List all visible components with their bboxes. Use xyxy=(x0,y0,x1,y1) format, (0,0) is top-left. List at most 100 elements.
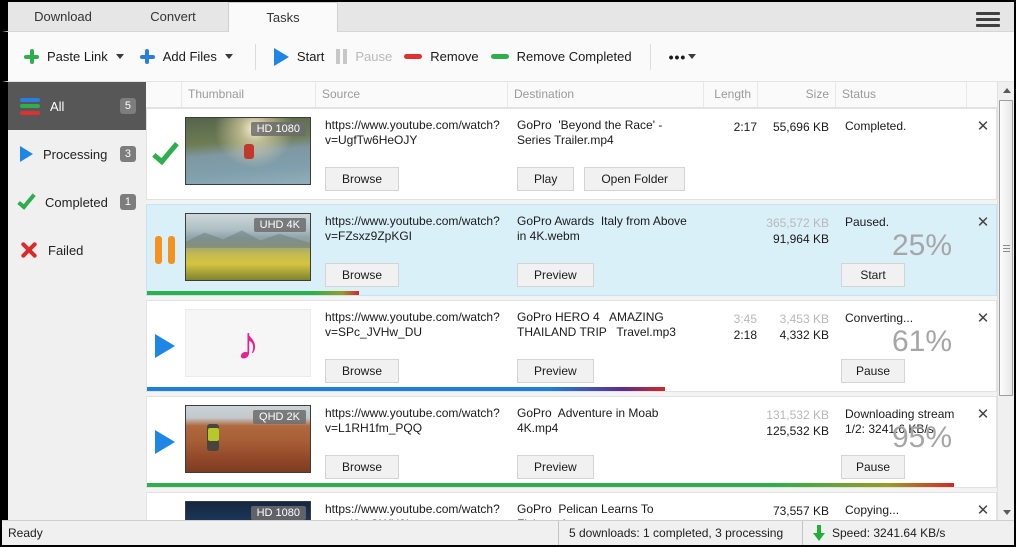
table-row[interactable]: QHD 2K https://www.youtube.com/watch?v=L… xyxy=(146,396,997,488)
close-icon[interactable]: ✕ xyxy=(977,214,990,231)
toolbar-separator xyxy=(650,44,651,70)
pause-task-button[interactable]: Pause xyxy=(841,359,905,383)
quality-badge: QHD 2K xyxy=(253,410,306,424)
count-badge: 5 xyxy=(120,98,136,114)
pause-button[interactable]: Pause xyxy=(330,43,398,70)
sidebar-item-completed[interactable]: Completed 1 xyxy=(8,178,146,226)
ellipsis-icon: ••• xyxy=(669,49,687,65)
toolbar: Paste Link Add Files Start Pause Remove … xyxy=(2,32,1014,82)
processing-play-icon xyxy=(155,430,175,454)
start-button[interactable]: Start xyxy=(268,42,330,72)
tab-download[interactable]: Download xyxy=(8,2,118,31)
preview-button[interactable]: Preview xyxy=(517,455,594,479)
size-total: 365,572 KB xyxy=(759,215,829,231)
browse-button[interactable]: Browse xyxy=(325,359,399,383)
header-status: Status xyxy=(836,82,967,107)
destination-filename: GoPro Adventure in Moab 4K.mp4 xyxy=(517,406,699,436)
source-url: https://www.youtube.com/watch?v=L1RH1fm_… xyxy=(325,406,503,436)
size-value: 55,696 KB xyxy=(759,119,829,135)
size-value: 91,964 KB xyxy=(759,231,829,247)
main-area: All 5 Processing 3 Completed 1 Failed xyxy=(2,82,1014,520)
length-value: 2:18 xyxy=(705,327,757,343)
status-ready-text: Ready xyxy=(2,526,558,540)
browse-button[interactable]: Browse xyxy=(325,455,399,479)
scroll-up-icon[interactable] xyxy=(998,82,1014,98)
sidebar-item-failed[interactable]: Failed xyxy=(8,226,146,274)
preview-button[interactable]: Preview xyxy=(517,263,594,287)
paste-link-dropdown-icon[interactable] xyxy=(116,54,124,59)
video-thumbnail: HD 1080 xyxy=(185,501,311,520)
size-value: 125,532 KB xyxy=(759,423,829,439)
plus-icon xyxy=(24,49,39,64)
size-total: 131,532 KB xyxy=(759,407,829,423)
sidebar-item-processing[interactable]: Processing 3 xyxy=(8,130,146,178)
table-header: Thumbnail Source Destination Length Size… xyxy=(146,82,997,108)
check-icon xyxy=(17,190,35,210)
scrollbar-grip xyxy=(1003,243,1010,254)
play-icon xyxy=(20,146,33,162)
close-icon[interactable]: ✕ xyxy=(977,310,990,327)
close-icon[interactable]: ✕ xyxy=(977,406,990,423)
task-rows: HD 1080 https://www.youtube.com/watch?v=… xyxy=(146,108,997,520)
header-length: Length xyxy=(704,82,758,107)
x-mark-icon xyxy=(20,241,38,259)
header-size: Size xyxy=(758,82,836,107)
app-window: Download Convert Tasks Paste Link Add Fi… xyxy=(0,0,1016,547)
header-close-column xyxy=(967,82,997,107)
progress-bar xyxy=(147,483,954,487)
tab-tasks[interactable]: Tasks xyxy=(228,2,338,32)
paste-link-label: Paste Link xyxy=(47,49,108,64)
pause-task-button[interactable]: Pause xyxy=(841,455,905,479)
quality-badge: UHD 4K xyxy=(254,218,306,232)
pause-icon xyxy=(336,49,347,64)
minus-icon xyxy=(491,54,509,59)
vertical-scrollbar[interactable] xyxy=(997,82,1014,520)
header-thumbnail: Thumbnail xyxy=(182,82,316,107)
downloads-summary: 5 downloads: 1 completed, 3 processing xyxy=(558,521,802,545)
scrollbar-thumb[interactable] xyxy=(999,100,1013,396)
table-row[interactable]: ♪ https://www.youtube.com/watch?v=SPc_JV… xyxy=(146,300,997,392)
speed-text: Speed: 3241.64 KB/s xyxy=(832,526,945,540)
video-thumbnail: UHD 4K xyxy=(185,213,311,281)
sidebar-item-label: Failed xyxy=(48,243,83,258)
progress-bar xyxy=(147,387,665,391)
table-row[interactable]: HD 1080 https://www.youtube.com/watch?v=… xyxy=(146,108,997,200)
table-row[interactable]: HD 1080 https://www.youtube.com/watch?v=… xyxy=(146,492,997,520)
length-value: 2:17 xyxy=(705,119,757,135)
more-dropdown-icon[interactable] xyxy=(688,54,696,59)
music-note-icon: ♪ xyxy=(237,320,260,366)
remove-completed-label: Remove Completed xyxy=(517,49,632,64)
progress-bar xyxy=(147,291,359,295)
source-url: https://www.youtube.com/watch?v=SPc_JVHw… xyxy=(325,310,503,340)
status-text: Copying... xyxy=(845,503,964,518)
speed-section: Speed: 3241.64 KB/s xyxy=(802,521,1014,545)
destination-filename: GoPro Awards Italy from Above in 4K.webm xyxy=(517,214,699,244)
start-task-button[interactable]: Start xyxy=(841,263,905,287)
sidebar: All 5 Processing 3 Completed 1 Failed xyxy=(8,82,146,520)
tab-convert[interactable]: Convert xyxy=(118,2,228,31)
all-tasks-icon xyxy=(20,95,40,117)
close-icon[interactable]: ✕ xyxy=(977,502,990,519)
preview-button[interactable]: Preview xyxy=(517,359,594,383)
close-icon[interactable]: ✕ xyxy=(977,118,990,135)
paste-link-button[interactable]: Paste Link xyxy=(18,43,114,70)
open-folder-button[interactable]: Open Folder xyxy=(584,167,685,191)
sidebar-item-all[interactable]: All 5 xyxy=(8,82,146,130)
browse-button[interactable]: Browse xyxy=(325,167,399,191)
download-speed-icon xyxy=(813,525,825,541)
completed-check-icon xyxy=(152,137,179,165)
add-files-button[interactable]: Add Files xyxy=(134,43,223,70)
tab-bar: Download Convert Tasks xyxy=(2,2,1014,32)
menu-icon[interactable] xyxy=(976,9,1000,30)
source-url: https://www.youtube.com/watch?v=FZsxz9Zp… xyxy=(325,214,503,244)
table-row[interactable]: UHD 4K https://www.youtube.com/watch?v=F… xyxy=(146,204,997,296)
remove-completed-button[interactable]: Remove Completed xyxy=(485,43,638,70)
browse-button[interactable]: Browse xyxy=(325,263,399,287)
remove-button[interactable]: Remove xyxy=(398,43,484,70)
add-files-dropdown-icon[interactable] xyxy=(225,54,233,59)
scroll-down-icon[interactable] xyxy=(998,504,1014,520)
header-destination: Destination xyxy=(508,82,704,107)
play-file-button[interactable]: Play xyxy=(517,167,574,191)
sidebar-item-label: Completed xyxy=(45,195,108,210)
progress-percent: 61% xyxy=(892,325,952,359)
